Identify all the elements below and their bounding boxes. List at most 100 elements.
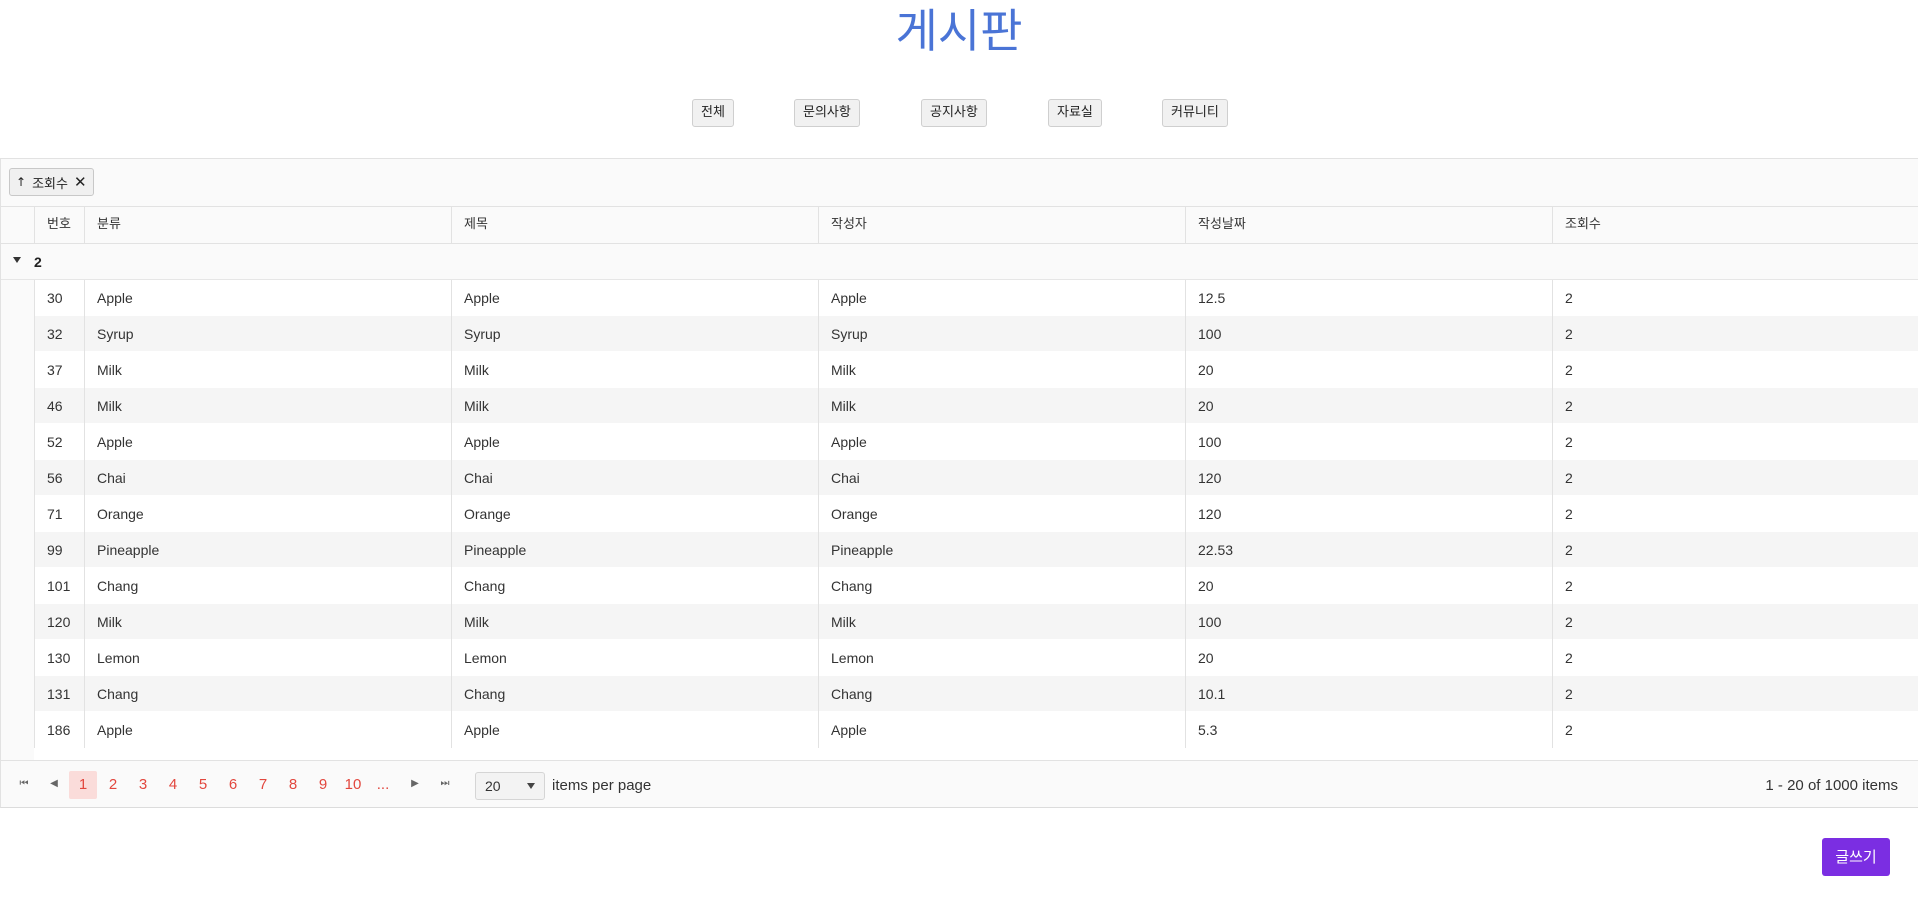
table-cell: Milk (818, 388, 1185, 424)
table-cell: 2 (1552, 496, 1886, 532)
table-cell: Chang (84, 676, 451, 712)
column-header[interactable]: 조회수 (1552, 207, 1918, 243)
table-body: 2 30 Apple Apple Apple 12.5 2 32 Syrup Syrup Syru… (1, 244, 1918, 760)
table-cell: Apple (818, 424, 1185, 460)
page-number[interactable]: 4 (159, 771, 187, 799)
table-cell: Apple (818, 712, 1185, 748)
page-number[interactable]: 6 (219, 771, 247, 799)
column-header[interactable]: 분류 (84, 207, 451, 243)
table-cell: 10.1 (1185, 676, 1552, 712)
page-number[interactable]: 5 (189, 771, 217, 799)
table-row[interactable]: 120 Milk Milk Milk 100 2 (34, 604, 1918, 640)
column-header[interactable]: 작성자 (818, 207, 1185, 243)
table-cell: Apple (84, 712, 451, 748)
category-button[interactable]: 전체 (692, 99, 734, 127)
group-panel: ↑ 조회수 ✕ (1, 159, 1918, 207)
group-chip-label: 조회수 (32, 176, 68, 192)
table-cell: Chang (84, 568, 451, 604)
category-button[interactable]: 커뮤니티 (1162, 99, 1228, 127)
table-cell: 71 (34, 496, 84, 532)
table-cell: Lemon (84, 640, 451, 676)
table-cell: Milk (818, 352, 1185, 388)
write-post-button[interactable]: 글쓰기 (1822, 838, 1890, 876)
column-header[interactable]: 번호 (34, 207, 84, 243)
table-cell: Milk (451, 352, 818, 388)
table-row[interactable]: 46 Milk Milk Milk 20 2 (34, 388, 1918, 424)
table-cell: 52 (34, 424, 84, 460)
table-cell: 20 (1185, 568, 1552, 604)
table-cell: 100 (1185, 604, 1552, 640)
table-cell: Apple (84, 280, 451, 316)
table-cell: 120 (1185, 460, 1552, 496)
table-cell: Apple (451, 712, 818, 748)
items-per-page-label: items per page (552, 777, 652, 794)
page-number[interactable]: 1 (69, 771, 97, 799)
table-cell: 2 (1552, 352, 1886, 388)
table-row[interactable]: 99 Pineapple Pineapple Pineapple 22.53 2 (34, 532, 1918, 568)
table-row[interactable]: 186 Apple Apple Apple 5.3 2 (34, 712, 1918, 748)
group-indent (1, 280, 34, 760)
prev-page-icon[interactable]: ◀ (41, 771, 67, 797)
table-cell: Milk (84, 352, 451, 388)
table-row[interactable]: 52 Apple Apple Apple 100 2 (34, 424, 1918, 460)
last-page-icon[interactable]: ⏭ (432, 771, 458, 797)
table-cell: 30 (34, 280, 84, 316)
table-row[interactable]: 37 Milk Milk Milk 20 2 (34, 352, 1918, 388)
table-cell: 2 (1552, 460, 1886, 496)
page-size-value: 20 (485, 778, 501, 794)
page-number[interactable]: ... (369, 771, 397, 799)
pager: ⏮ ◀ 1 2 3 4 5 6 7 8 9 10... ▶ ⏭ 20 items per page… (1, 760, 1918, 807)
table-cell: 2 (1552, 424, 1886, 460)
table-cell: 131 (34, 676, 84, 712)
category-button[interactable]: 문의사항 (794, 99, 860, 127)
group-row[interactable]: 2 (1, 244, 1918, 280)
table-cell: Orange (84, 496, 451, 532)
table-cell: 2 (1552, 280, 1886, 316)
table-cell: 37 (34, 352, 84, 388)
table-cell: 2 (1552, 316, 1886, 352)
table-row[interactable]: 32 Syrup Syrup Syrup 100 2 (34, 316, 1918, 352)
table-cell: 22.53 (1185, 532, 1552, 568)
category-button[interactable]: 자료실 (1048, 99, 1102, 127)
table-row[interactable]: 101 Chang Chang Chang 20 2 (34, 568, 1918, 604)
table-cell: 186 (34, 712, 84, 748)
table-cell: 12.5 (1185, 280, 1552, 316)
category-button[interactable]: 공지사항 (921, 99, 987, 127)
table-cell: 101 (34, 568, 84, 604)
page-number[interactable]: 9 (309, 771, 337, 799)
page-number[interactable]: 10 (339, 771, 367, 799)
close-icon[interactable]: ✕ (74, 173, 87, 191)
table-cell: Syrup (451, 316, 818, 352)
table-rows: 30 Apple Apple Apple 12.5 2 32 Syrup Syrup Syrup 1… (34, 280, 1918, 748)
column-header[interactable]: 작성날짜 (1185, 207, 1552, 243)
group-chip-views[interactable]: ↑ 조회수 ✕ (9, 168, 94, 196)
page-number[interactable]: 8 (279, 771, 307, 799)
column-header[interactable]: 제목 (451, 207, 818, 243)
table-row[interactable]: 30 Apple Apple Apple 12.5 2 (34, 280, 1918, 316)
table-cell: 20 (1185, 640, 1552, 676)
table-cell: 2 (1552, 388, 1886, 424)
table-cell: 130 (34, 640, 84, 676)
page-number[interactable]: 3 (129, 771, 157, 799)
table-cell: 56 (34, 460, 84, 496)
table-cell: Milk (84, 604, 451, 640)
table-cell: Milk (84, 388, 451, 424)
table-cell: Orange (451, 496, 818, 532)
first-page-icon[interactable]: ⏮ (11, 771, 37, 797)
table-row[interactable]: 130 Lemon Lemon Lemon 20 2 (34, 640, 1918, 676)
table-cell: 2 (1552, 712, 1886, 748)
table-row[interactable]: 71 Orange Orange Orange 120 2 (34, 496, 1918, 532)
group-label: 2 (34, 254, 42, 270)
table-cell: 120 (1185, 496, 1552, 532)
table-cell: Milk (818, 604, 1185, 640)
page-size-select[interactable]: 20 (475, 772, 545, 800)
table-row[interactable]: 131 Chang Chang Chang 10.1 2 (34, 676, 1918, 712)
expand-caret-icon[interactable] (13, 257, 21, 263)
page-number[interactable]: 7 (249, 771, 277, 799)
table-row[interactable]: 56 Chai Chai Chai 120 2 (34, 460, 1918, 496)
table-cell: Lemon (818, 640, 1185, 676)
table-header: 번호 분류 제목 작성자 작성날짜 조회수 (1, 207, 1918, 244)
table-cell: 5.3 (1185, 712, 1552, 748)
page-number[interactable]: 2 (99, 771, 127, 799)
next-page-icon[interactable]: ▶ (402, 771, 428, 797)
